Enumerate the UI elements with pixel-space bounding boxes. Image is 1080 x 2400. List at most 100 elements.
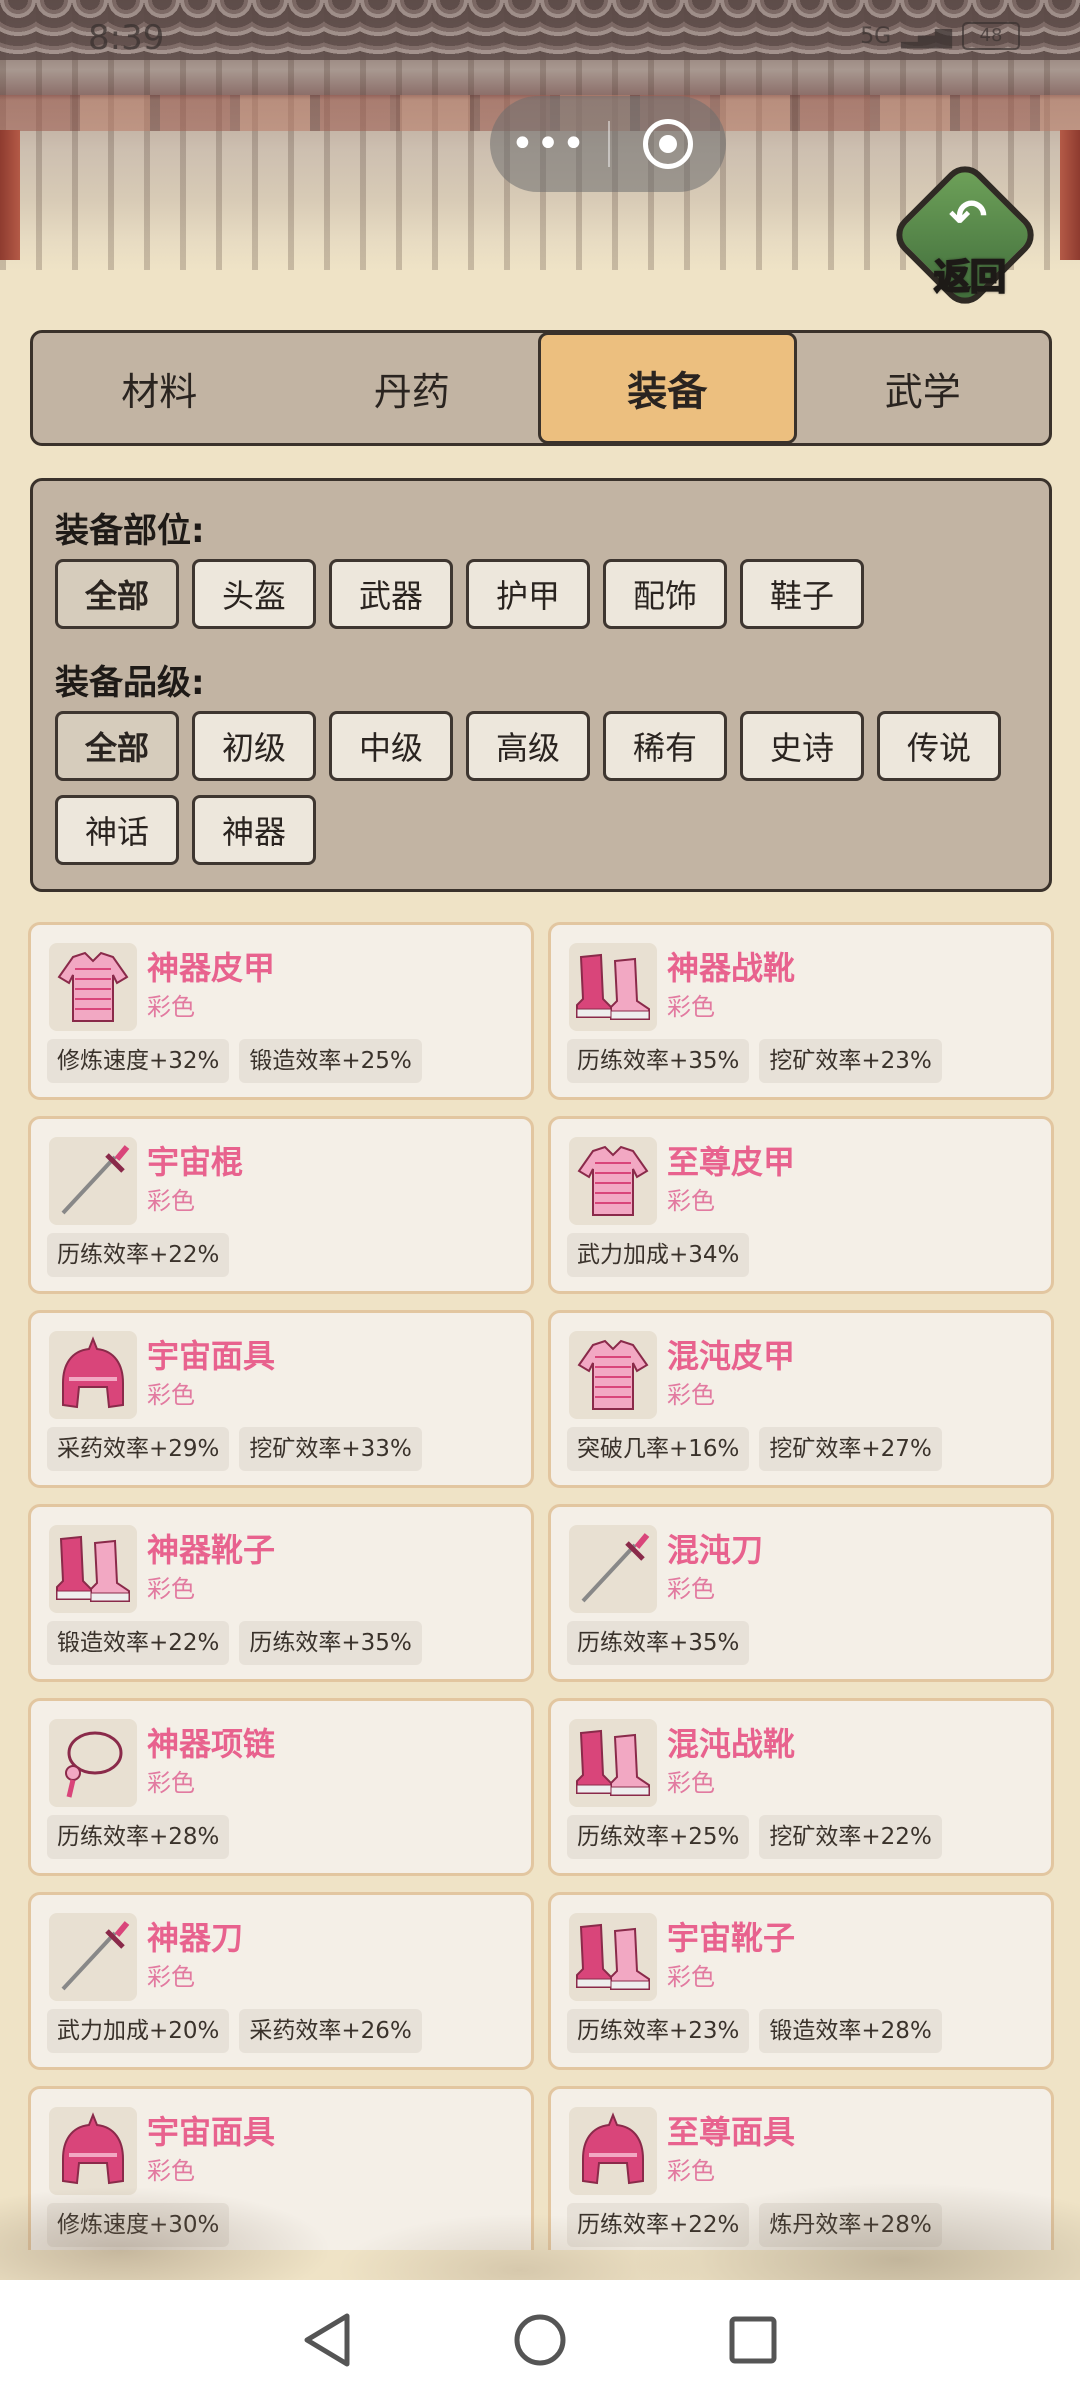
grade-chip-3[interactable]: 高级 [466,711,590,781]
stat-badge: 修炼速度+32% [47,1039,230,1083]
equipment-card[interactable]: 混沌战靴 彩色 历练效率+25% 挖矿效率+22% [548,1698,1054,1876]
category-tabs: 材料 丹药 装备 武学 [30,330,1052,446]
necklace-icon [49,1719,137,1807]
item-rarity: 彩色 [667,1769,715,1797]
item-rarity: 彩色 [667,1963,715,1991]
grade-chip-2[interactable]: 中级 [329,711,453,781]
stat-badge: 采药效率+29% [47,1427,230,1471]
item-rarity: 彩色 [147,1769,195,1797]
grade-chip-0[interactable]: 全部 [55,711,179,781]
item-name: 神器皮甲 [147,949,276,987]
item-rarity: 彩色 [147,1575,195,1603]
item-rarity: 彩色 [667,1187,715,1215]
status-icons: 5G ▂▄▆ 48 [860,22,1020,50]
grade-chip-7[interactable]: 神话 [55,795,179,865]
item-rarity: 彩色 [147,2157,195,2185]
equipment-card[interactable]: 神器刀 彩色 武力加成+20% 采药效率+26% [28,1892,534,2070]
equipment-grid: 神器皮甲 彩色 修炼速度+32% 锻造效率+25% 神器战靴 彩色 历练效率+35% 挖矿效… [28,922,1054,2250]
item-stats: 修炼速度+32% 锻造效率+25% [47,1039,422,1083]
equipment-card[interactable]: 宇宙面具 彩色 修炼速度+30% [28,2086,534,2250]
stat-badge: 历练效率+28% [47,1815,230,1859]
tab-3[interactable]: 武学 [797,333,1050,443]
item-rarity: 彩色 [667,2157,715,2185]
stat-badge: 历练效率+25% [567,1815,750,1859]
equipment-card[interactable]: 至尊面具彩色历练效率+22% 炼丹效率+28% [548,2086,1054,2250]
stat-badge: 挖矿效率+22% [759,1815,942,1859]
item-stats: 历练效率+22% 炼丹效率+28% [567,2203,942,2247]
item-stats: 采药效率+29% 挖矿效率+33% [47,1427,422,1471]
item-name: 神器刀 [147,1919,244,1957]
equipment-card[interactable]: 至尊皮甲彩色武力加成+34% [548,1116,1054,1294]
tab-1[interactable]: 丹药 [286,333,539,443]
equipment-card[interactable]: 神器皮甲 彩色 修炼速度+32% 锻造效率+25% [28,922,534,1100]
sword-icon [49,1137,137,1225]
signal-icon: ▂▄▆ [901,23,952,49]
equipment-card[interactable]: 神器靴子 彩色 锻造效率+22% 历练效率+35% [28,1504,534,1682]
battery-icon: 48 [962,22,1020,50]
right-pillar [1060,130,1080,260]
nav-recents-icon[interactable] [723,2310,783,2370]
slot-filter-title: 装备部位: [55,511,205,551]
equipment-card[interactable]: 神器项链 彩色 历练效率+28% [28,1698,534,1876]
item-name: 宇宙靴子 [667,1919,796,1957]
slot-chip-3[interactable]: 护甲 [466,559,590,629]
slot-chip-0[interactable]: 全部 [55,559,179,629]
stat-badge: 历练效率+35% [567,1621,750,1665]
tab-2[interactable]: 装备 [538,333,797,443]
equipment-card[interactable]: 神器战靴 彩色 历练效率+35% 挖矿效率+23% [548,922,1054,1100]
item-stats: 历练效率+25% 挖矿效率+22% [567,1815,942,1859]
stat-badge: 挖矿效率+33% [239,1427,422,1471]
item-name: 宇宙棍 [147,1143,244,1181]
filter-panel: 装备部位: 全部 头盔 武器 护甲 配饰 鞋子 装备品级: 全部 初级 中级 高级 稀有 史诗 传说神… [30,478,1052,892]
equipment-card[interactable]: 宇宙面具 彩色 采药效率+29% 挖矿效率+33% [28,1310,534,1488]
network-label: 5G [860,23,892,49]
item-stats: 武力加成+34% [567,1233,750,1277]
item-rarity: 彩色 [147,1963,195,1991]
boots-icon [569,1719,657,1807]
item-rarity: 彩色 [667,1575,715,1603]
grade-chip-8[interactable]: 神器 [192,795,316,865]
capsule-close-button[interactable] [610,119,726,169]
slot-chip-1[interactable]: 头盔 [192,559,316,629]
equipment-card[interactable]: 混沌皮甲彩色突破几率+16% 挖矿效率+27% [548,1310,1054,1488]
stat-badge: 采药效率+26% [239,2009,422,2053]
tab-0[interactable]: 材料 [33,333,286,443]
equipment-card[interactable]: 宇宙靴子彩色历练效率+23% 锻造效率+28% [548,1892,1054,2070]
stat-badge: 武力加成+34% [567,1233,750,1277]
stat-badge: 挖矿效率+23% [759,1039,942,1083]
item-name: 混沌刀 [667,1531,764,1569]
armor-icon [569,1331,657,1419]
stat-badge: 突破几率+16% [567,1427,750,1471]
item-name: 至尊皮甲 [667,1143,796,1181]
more-dots-icon[interactable]: ••• [490,121,608,167]
item-name: 神器战靴 [667,949,796,987]
armor-icon [569,1137,657,1225]
boots-icon [569,1913,657,2001]
slot-chip-4[interactable]: 配饰 [603,559,727,629]
grade-chip-6[interactable]: 传说 [877,711,1001,781]
stat-badge: 锻造效率+25% [239,1039,422,1083]
stat-badge: 历练效率+22% [567,2203,750,2247]
return-arrow-icon: ↶ [948,189,988,243]
grade-chip-4[interactable]: 稀有 [603,711,727,781]
equipment-card[interactable]: 宇宙棍 彩色 历练效率+22% [28,1116,534,1294]
item-stats: 历练效率+22% [47,1233,230,1277]
item-rarity: 彩色 [667,1381,715,1409]
nav-home-icon[interactable] [510,2310,570,2370]
nav-back-icon[interactable] [297,2310,357,2370]
slot-chip-2[interactable]: 武器 [329,559,453,629]
stat-badge: 锻造效率+22% [47,1621,230,1665]
item-stats: 历练效率+23% 锻造效率+28% [567,2009,942,2053]
left-pillar [0,130,20,260]
item-name: 混沌皮甲 [667,1337,796,1375]
back-button-label[interactable]: 返回 [915,248,1025,300]
item-name: 宇宙面具 [147,2113,276,2151]
item-rarity: 彩色 [667,993,715,1021]
slot-chip-5[interactable]: 鞋子 [740,559,864,629]
item-stats: 突破几率+16% 挖矿效率+27% [567,1427,942,1471]
item-name: 至尊面具 [667,2113,796,2151]
sword-icon [569,1525,657,1613]
equipment-card[interactable]: 混沌刀彩色历练效率+35% [548,1504,1054,1682]
grade-chip-5[interactable]: 史诗 [740,711,864,781]
grade-chip-1[interactable]: 初级 [192,711,316,781]
